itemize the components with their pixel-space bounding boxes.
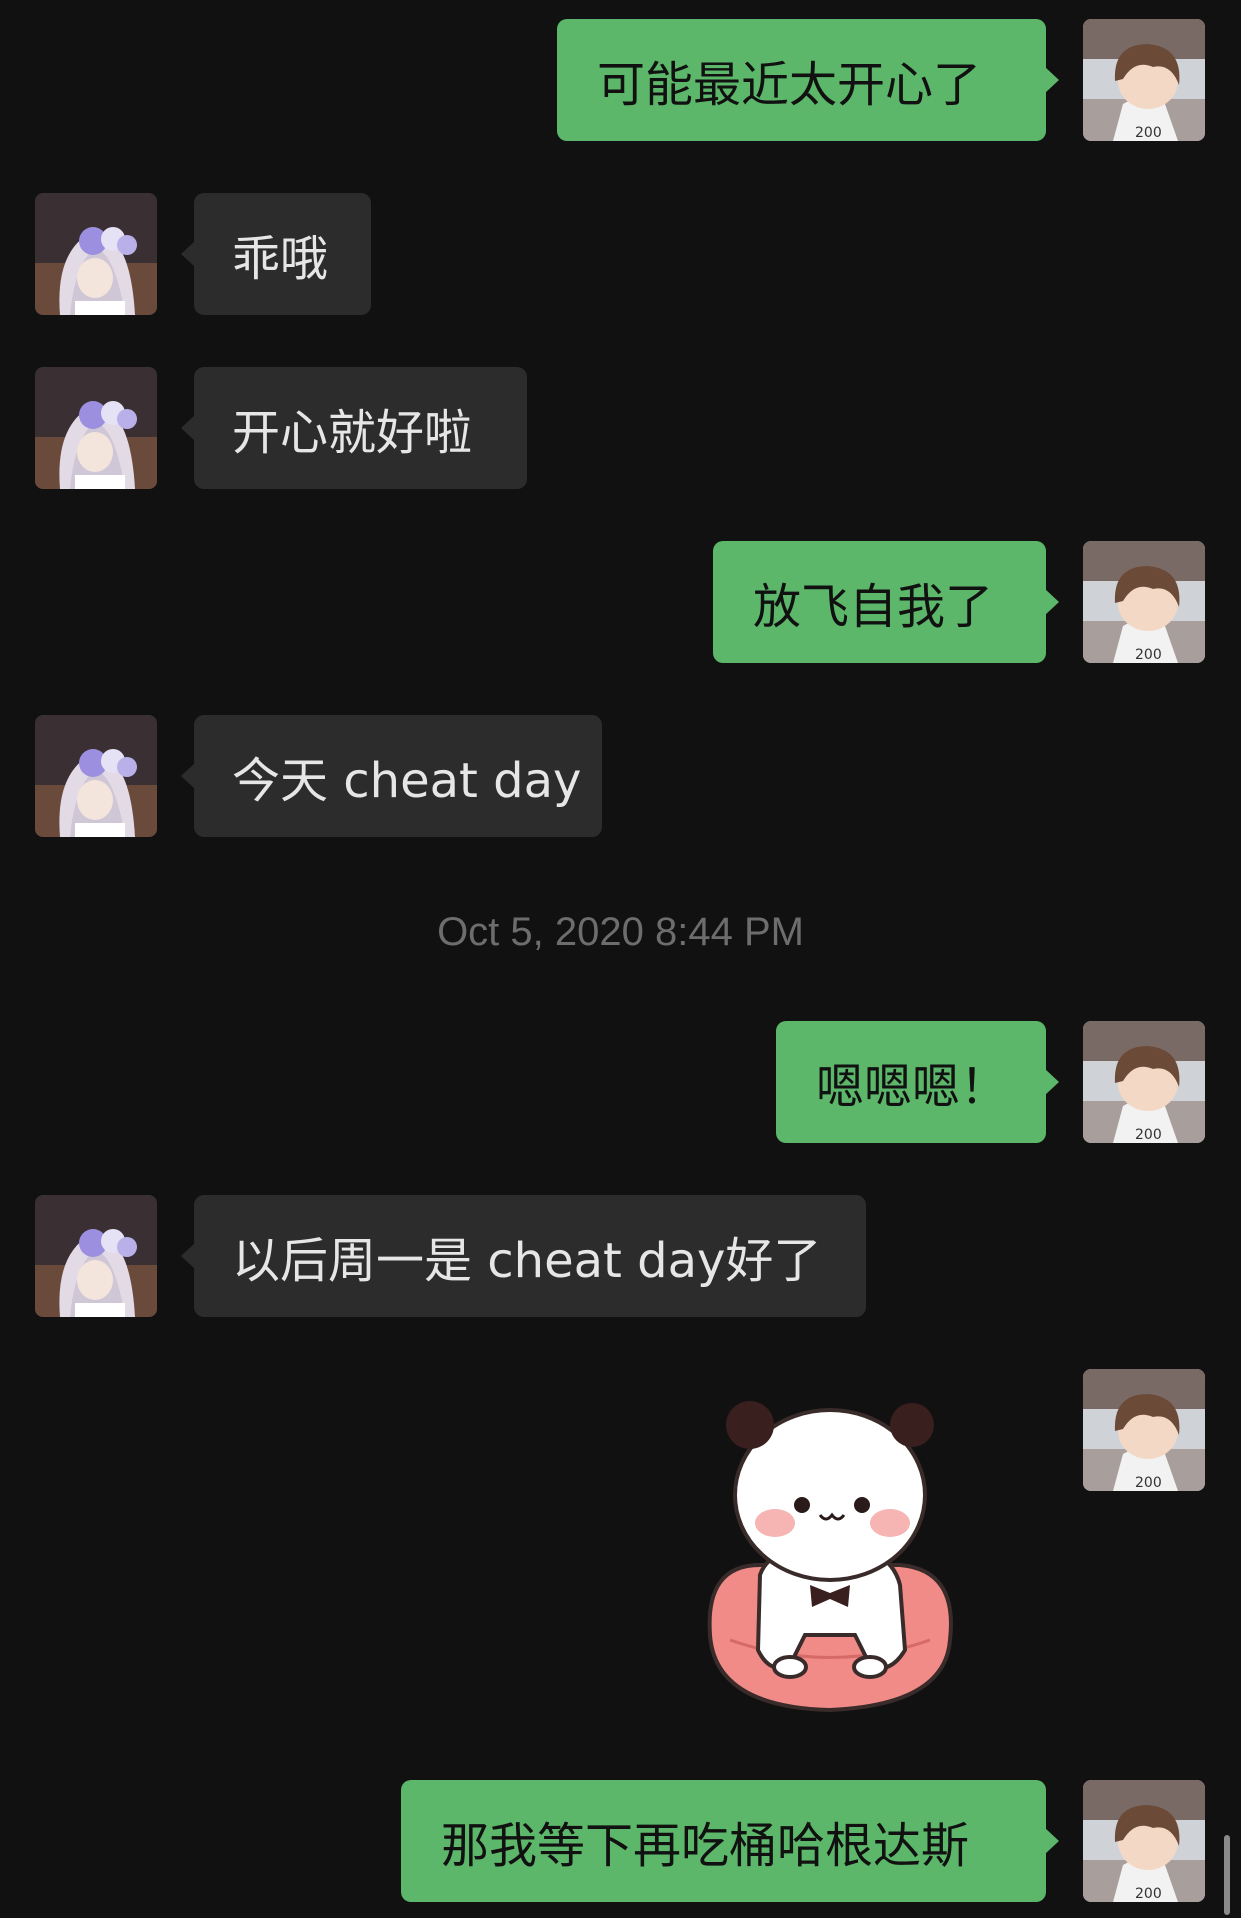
contact-avatar-icon[interactable]	[35, 193, 157, 315]
my-avatar-icon[interactable]	[1083, 1780, 1205, 1902]
my-avatar-icon[interactable]	[1083, 19, 1205, 141]
incoming-message-bubble[interactable]: 今天 cheat day	[181, 715, 602, 837]
outgoing-message-bubble[interactable]: 嗯嗯嗯！	[776, 1021, 1059, 1143]
outgoing-message-bubble[interactable]: 放飞自我了	[713, 541, 1059, 663]
my-avatar-icon[interactable]	[1083, 1021, 1205, 1143]
contact-avatar-icon[interactable]	[35, 367, 157, 489]
contact-avatar-icon[interactable]	[35, 1195, 157, 1317]
contact-avatar-icon[interactable]	[35, 715, 157, 837]
message-text: 开心就好啦	[232, 405, 473, 461]
message-text: 嗯嗯嗯！	[816, 1059, 1009, 1115]
message-text: 放飞自我了	[753, 579, 994, 635]
message-timestamp: Oct 5, 2020 8:44 PM	[437, 910, 804, 954]
message-text: 乖哦	[232, 231, 329, 287]
incoming-message-bubble[interactable]: 乖哦	[181, 193, 371, 315]
incoming-message-bubble[interactable]: 开心就好啦	[181, 367, 527, 489]
scrollbar[interactable]	[1224, 1835, 1230, 1915]
message-text: 可能最近太开心了	[597, 57, 982, 113]
message-text: 那我等下再吃桶哈根达斯	[441, 1818, 970, 1874]
message-text: 今天 cheat day	[232, 753, 582, 809]
message-text: 以后周一是 cheat day好了	[232, 1233, 822, 1289]
incoming-message-bubble[interactable]: 以后周一是 cheat day好了	[181, 1195, 866, 1317]
chat-view[interactable]: 可能最近太开心了 乖哦 开心就好啦 放飞自我了 今天 cheat day Oct…	[0, 0, 1241, 1918]
panda-sitting-on-cushion-sticker[interactable]	[700, 1385, 960, 1725]
my-avatar-icon[interactable]	[1083, 541, 1205, 663]
outgoing-message-bubble[interactable]: 那我等下再吃桶哈根达斯	[401, 1780, 1059, 1902]
my-avatar-icon[interactable]	[1083, 1369, 1205, 1491]
outgoing-message-bubble[interactable]: 可能最近太开心了	[557, 19, 1059, 141]
